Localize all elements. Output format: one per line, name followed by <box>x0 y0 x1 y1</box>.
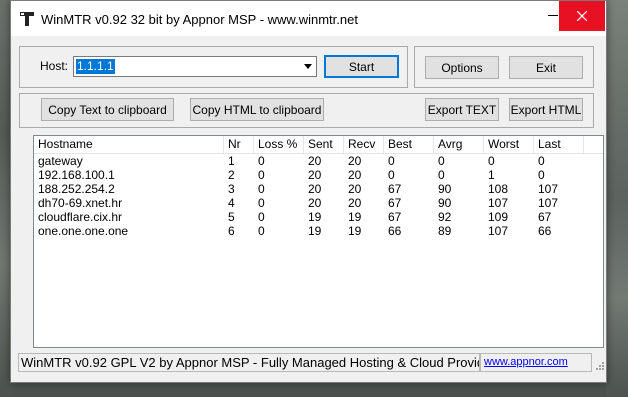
cell-worst: 109 <box>488 210 509 224</box>
cell-best: 67 <box>388 210 402 224</box>
cell-sent: 20 <box>308 182 322 196</box>
cell-last: 107 <box>538 182 559 196</box>
window-title: WinMTR v0.92 32 bit by Appnor MSP - www.… <box>41 12 358 27</box>
tool-icon <box>20 12 34 26</box>
dropdown-button[interactable] <box>299 57 316 76</box>
cell-hostname: 192.168.100.1 <box>38 168 115 182</box>
column-header-avrg[interactable]: Avrg <box>434 136 484 153</box>
cell-sent: 20 <box>308 196 322 210</box>
cell-recv: 19 <box>348 224 362 238</box>
cell-nr: 3 <box>228 182 235 196</box>
options-button[interactable]: Options <box>425 56 499 79</box>
host-label: Host: <box>40 59 69 73</box>
cell-hostname: 188.252.254.2 <box>38 182 115 196</box>
winmtr-window: WinMTR v0.92 32 bit by Appnor MSP - www.… <box>10 0 607 383</box>
cell-avrg: 90 <box>438 182 452 196</box>
column-header-recv[interactable]: Recv <box>344 136 384 153</box>
status-bar: WinMTR v0.92 GPL V2 by Appnor MSP - Full… <box>11 351 606 375</box>
resize-grip-icon[interactable] <box>594 360 604 370</box>
host-input-value[interactable]: 1.1.1.1 <box>76 59 115 74</box>
cell-worst: 107 <box>488 224 509 238</box>
column-header-hostname[interactable]: Hostname <box>34 136 224 153</box>
host-combobox[interactable]: 1.1.1.1 <box>73 56 317 77</box>
cell-loss: 0 <box>258 168 265 182</box>
cell-loss: 0 <box>258 154 265 168</box>
title-bar[interactable]: WinMTR v0.92 32 bit by Appnor MSP - www.… <box>11 1 606 36</box>
close-icon <box>577 11 587 21</box>
cell-avrg: 89 <box>438 224 452 238</box>
cell-worst: 0 <box>488 154 495 168</box>
column-header-nr[interactable]: Nr <box>224 136 254 153</box>
cell-last: 107 <box>538 196 559 210</box>
cell-hostname: cloudflare.cix.hr <box>38 210 123 224</box>
cell-best: 0 <box>388 168 395 182</box>
cell-recv: 20 <box>348 154 362 168</box>
cell-loss: 0 <box>258 210 265 224</box>
column-header-last[interactable]: Last <box>534 136 584 153</box>
cell-recv: 20 <box>348 168 362 182</box>
cell-nr: 4 <box>228 196 235 210</box>
results-list[interactable]: Hostname Nr Loss % Sent Recv Best Avrg W… <box>33 135 604 348</box>
cell-sent: 20 <box>308 154 322 168</box>
cell-best: 0 <box>388 154 395 168</box>
cell-last: 67 <box>538 210 552 224</box>
cell-best: 67 <box>388 196 402 210</box>
cell-worst: 107 <box>488 196 509 210</box>
minimize-button[interactable] <box>514 1 560 31</box>
copy-text-button[interactable]: Copy Text to clipboard <box>41 98 174 121</box>
cell-sent: 20 <box>308 168 322 182</box>
copy-html-button[interactable]: Copy HTML to clipboard <box>190 98 324 121</box>
cell-nr: 6 <box>228 224 235 238</box>
cell-loss: 0 <box>258 182 265 196</box>
column-header-loss[interactable]: Loss % <box>254 136 304 153</box>
status-text: WinMTR v0.92 GPL V2 by Appnor MSP - Full… <box>18 353 480 372</box>
cell-avrg: 0 <box>438 154 445 168</box>
cell-best: 67 <box>388 182 402 196</box>
cell-hostname: one.one.one.one <box>38 224 129 238</box>
cell-worst: 1 <box>488 168 495 182</box>
cell-last: 0 <box>538 168 545 182</box>
cell-sent: 19 <box>308 224 322 238</box>
column-header-best[interactable]: Best <box>384 136 434 153</box>
desktop-background-right <box>606 0 628 397</box>
cell-last: 0 <box>538 154 545 168</box>
cell-sent: 19 <box>308 210 322 224</box>
appnor-link[interactable]: www.appnor.com <box>480 353 592 372</box>
cell-best: 66 <box>388 224 402 238</box>
cell-recv: 19 <box>348 210 362 224</box>
cell-loss: 0 <box>258 224 265 238</box>
cell-nr: 2 <box>228 168 235 182</box>
chevron-down-icon <box>303 64 312 69</box>
cell-recv: 20 <box>348 182 362 196</box>
cell-worst: 108 <box>488 182 509 196</box>
cell-last: 66 <box>538 224 552 238</box>
cell-recv: 20 <box>348 196 362 210</box>
cell-hostname: gateway <box>38 154 83 168</box>
column-header-sent[interactable]: Sent <box>304 136 344 153</box>
cell-avrg: 90 <box>438 196 452 210</box>
close-button[interactable] <box>559 1 605 31</box>
cell-nr: 5 <box>228 210 235 224</box>
export-text-button[interactable]: Export TEXT <box>425 98 499 121</box>
cell-avrg: 92 <box>438 210 452 224</box>
cell-nr: 1 <box>228 154 235 168</box>
start-button[interactable]: Start <box>324 55 399 78</box>
column-header-worst[interactable]: Worst <box>484 136 534 153</box>
exit-button[interactable]: Exit <box>509 56 583 79</box>
export-html-button[interactable]: Export HTML <box>509 98 583 121</box>
cell-loss: 0 <box>258 196 265 210</box>
cell-hostname: dh70-69.xnet.hr <box>38 196 123 210</box>
cell-avrg: 0 <box>438 168 445 182</box>
